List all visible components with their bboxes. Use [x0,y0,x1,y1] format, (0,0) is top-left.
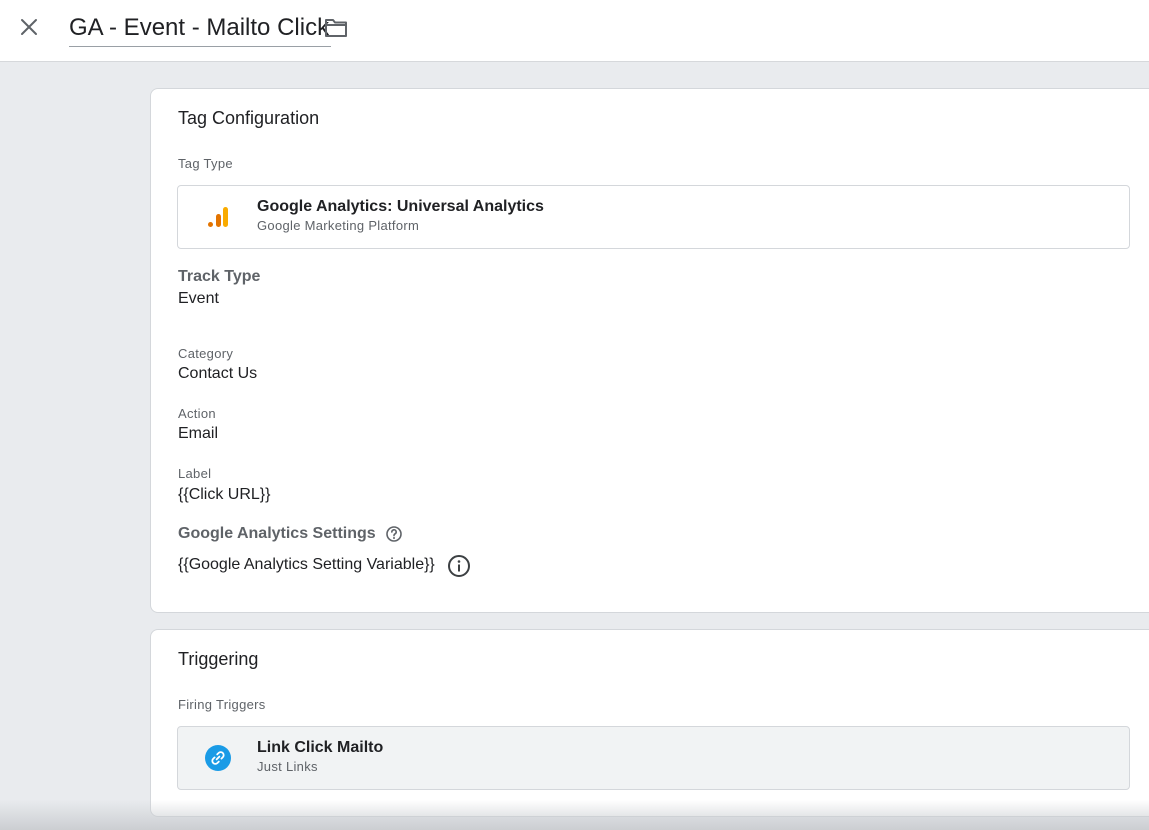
tag-configuration-card[interactable]: Tag Configuration Tag Type Google Analyt… [150,88,1149,613]
category-value: Contact Us [178,365,258,382]
ga-settings-value: {{Google Analytics Setting Variable}} [178,556,435,573]
track-type-value: Event [178,290,219,307]
label-label: Label [178,466,212,481]
label-value: {{Click URL}} [178,486,271,503]
link-icon [204,744,232,772]
tag-type-label: Tag Type [178,156,233,171]
tag-type-name: Google Analytics: Universal Analytics [257,198,544,215]
ga-settings-label: Google Analytics Settings [178,525,403,543]
triggering-card[interactable]: Triggering Firing Triggers Link Click Ma… [150,629,1149,817]
google-analytics-icon [204,203,232,231]
triggering-title: Triggering [178,649,259,669]
tag-type-selector[interactable]: Google Analytics: Universal Analytics Go… [177,185,1130,249]
firing-trigger-item[interactable]: Link Click Mailto Just Links [177,726,1130,790]
tag-configuration-title: Tag Configuration [178,108,320,128]
info-icon[interactable] [447,554,471,578]
close-button[interactable] [14,12,44,42]
top-bar: GA - Event - Mailto Click [0,0,1149,62]
folder-icon [325,19,347,37]
trigger-type: Just Links [257,759,318,774]
help-icon[interactable] [385,525,403,543]
track-type-label: Track Type [178,268,260,286]
action-label: Action [178,406,216,421]
action-value: Email [178,425,219,442]
track-type-label-text: Track Type [178,268,261,285]
folder-button[interactable] [322,14,350,42]
firing-triggers-label: Firing Triggers [178,697,266,712]
close-icon [21,19,37,35]
category-label: Category [178,346,234,361]
trigger-name: Link Click Mailto [257,739,384,756]
ga-settings-label-text: Google Analytics Settings [178,525,376,542]
tag-name-input[interactable]: GA - Event - Mailto Click [69,12,332,47]
tag-type-vendor: Google Marketing Platform [257,218,420,233]
